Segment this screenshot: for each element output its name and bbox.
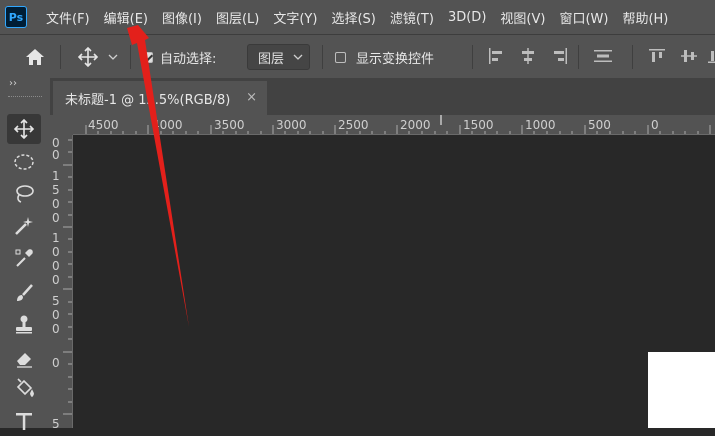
panel-collapse-button[interactable]: ›› — [9, 78, 17, 89]
menu-image[interactable]: 图像(I) — [155, 8, 209, 27]
document-tab-title: 未标题-1 @ 12.5%(RGB/8) — [65, 92, 231, 108]
align-top-icon[interactable] — [648, 47, 666, 65]
align-left-icon[interactable] — [487, 47, 505, 65]
align-right-icon[interactable] — [551, 47, 569, 65]
options-bar: 自动选择: 图层 显示变换控件 — [0, 34, 715, 78]
auto-select-target-dropdown[interactable]: 图层 — [247, 44, 310, 70]
vertical-ruler[interactable]: 0 0 1 5 0 0 1 0 0 0 5 0 0 0 5 — [50, 135, 73, 428]
move-tool-icon[interactable] — [77, 35, 99, 79]
menu-3d[interactable]: 3D(D) — [441, 10, 493, 25]
menu-edit[interactable]: 编辑(E) — [97, 8, 155, 27]
app-logo: Ps — [5, 6, 27, 28]
align-bottom-icon[interactable] — [708, 47, 715, 65]
ruler-corner — [50, 115, 73, 135]
divider — [578, 45, 579, 69]
tools-panel: ›› — [0, 78, 50, 430]
divider — [322, 45, 323, 69]
auto-select-label: 自动选择: — [160, 51, 217, 67]
chevron-down-icon — [293, 54, 303, 60]
close-icon[interactable]: × — [246, 90, 257, 105]
canvas-workspace[interactable] — [73, 135, 715, 428]
menu-filter[interactable]: 滤镜(T) — [383, 8, 441, 27]
home-icon[interactable] — [24, 35, 46, 79]
menu-type[interactable]: 文字(Y) — [266, 8, 324, 27]
menu-file[interactable]: 文件(F) — [39, 8, 97, 27]
menu-bar: Ps 文件(F) 编辑(E) 图像(I) 图层(L) 文字(Y) 选择(S) 滤… — [0, 0, 715, 34]
divider — [632, 45, 633, 69]
divider — [472, 45, 473, 69]
divider — [60, 45, 61, 69]
type-icon[interactable] — [7, 406, 41, 436]
align-horizontal-center-icon[interactable] — [519, 47, 537, 65]
panel-grip[interactable] — [8, 96, 42, 100]
menu-layer[interactable]: 图层(L) — [209, 8, 266, 27]
ruler-ticks — [63, 139, 72, 415]
lasso-icon[interactable] — [7, 179, 41, 209]
document-canvas[interactable] — [648, 352, 715, 428]
menu-view[interactable]: 视图(V) — [493, 8, 552, 27]
move-icon[interactable] — [7, 114, 41, 144]
menu-help[interactable]: 帮助(H) — [615, 8, 675, 27]
eyedropper-icon[interactable] — [7, 243, 41, 273]
horizontal-ruler[interactable]: 4500 4000 3500 3000 2500 2000 1500 1000 … — [73, 115, 715, 135]
document-tab[interactable]: 未标题-1 @ 12.5%(RGB/8) × — [53, 81, 267, 115]
document-tab-bar: 未标题-1 @ 12.5%(RGB/8) × — [50, 78, 715, 115]
stamp-icon[interactable] — [7, 309, 41, 339]
marquee-icon[interactable] — [7, 147, 41, 177]
eraser-icon[interactable] — [7, 343, 41, 373]
dropdown-value: 图层 — [258, 51, 285, 67]
show-transform-checkbox[interactable] — [335, 35, 346, 79]
distribute-vertical-icon[interactable] — [593, 47, 613, 65]
tool-preset-chevron-icon[interactable] — [108, 35, 118, 79]
menu-select[interactable]: 选择(S) — [324, 8, 382, 27]
divider — [130, 45, 131, 69]
paint-bucket-icon[interactable] — [7, 374, 41, 404]
ruler-ticks — [85, 115, 711, 134]
auto-select-checkbox[interactable] — [142, 35, 153, 79]
menu-window[interactable]: 窗口(W) — [552, 8, 615, 27]
show-transform-label: 显示变换控件 — [356, 51, 435, 67]
brush-icon[interactable] — [7, 278, 41, 308]
align-vertical-center-icon[interactable] — [680, 47, 698, 65]
magic-wand-icon[interactable] — [7, 211, 41, 241]
